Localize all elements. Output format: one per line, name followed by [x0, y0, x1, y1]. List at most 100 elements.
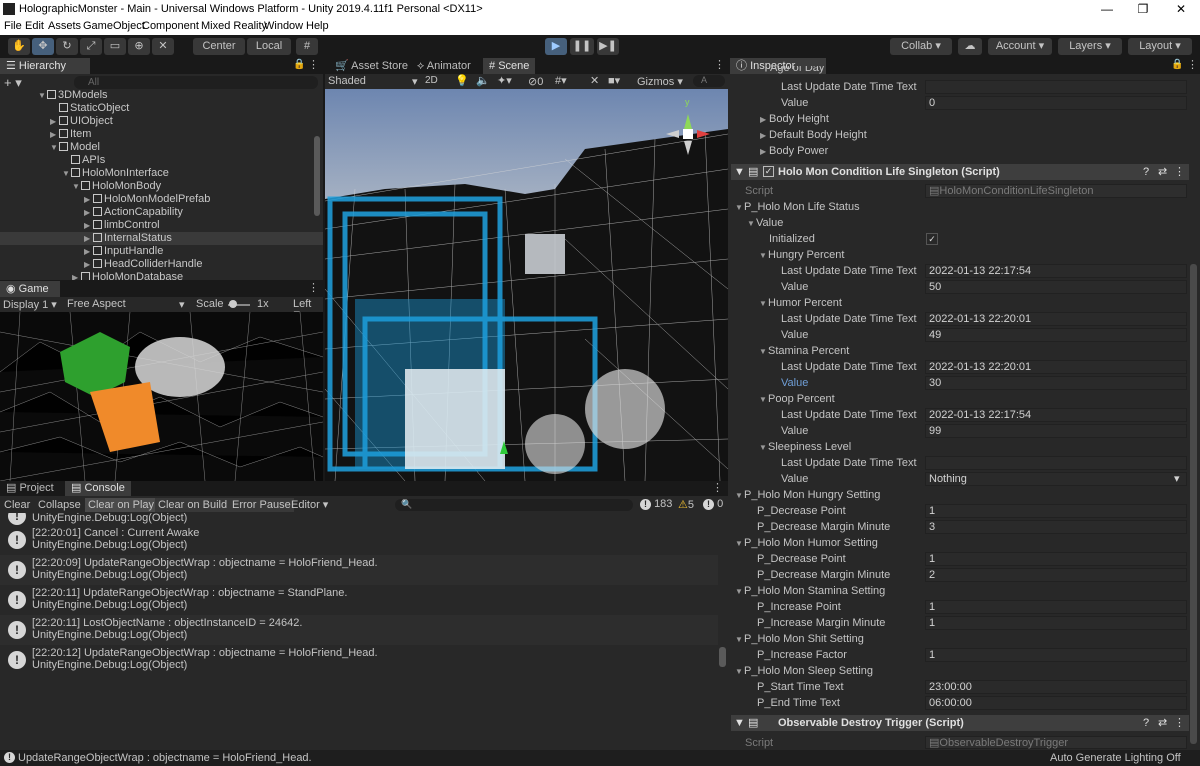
component-menu-icon[interactable]: ⋮ — [1174, 715, 1185, 731]
sleepiness-enum-dropdown[interactable]: Nothing ▾ — [925, 472, 1187, 486]
initialized-checkbox[interactable]: ✓ — [926, 233, 938, 245]
inspector-foldout[interactable]: ▼P_Holo Mon Humor Setting — [735, 535, 878, 551]
pivot-local-button[interactable]: Local — [247, 38, 291, 55]
menu-edit[interactable]: Edit — [25, 20, 44, 32]
display-dropdown[interactable]: Display 1 ▾ — [3, 298, 57, 311]
hierarchy-row[interactable]: ▶ Item — [0, 128, 323, 141]
scene-view[interactable]: y — [325, 89, 728, 481]
lock-icon[interactable]: 🔒 — [293, 59, 305, 70]
hierarchy-row[interactable]: ▼ 3DModels — [0, 89, 323, 102]
hierarchy-row[interactable]: ▶ HoloMonModelPrefab — [0, 193, 323, 206]
menu-gameobject[interactable]: GameObject — [83, 20, 145, 32]
console-partial-row[interactable]: ! UnityEngine.Debug:Log(Object) — [0, 513, 718, 525]
hierarchy-row-selected[interactable]: ▶ InternalStatus — [0, 232, 323, 245]
script-field[interactable]: ▤HoloMonConditionLifeSingleton — [925, 184, 1187, 198]
rect-tool-icon[interactable]: ▭ — [104, 38, 126, 55]
game-view[interactable] — [0, 312, 323, 481]
error-pause-toggle[interactable]: Error Pause — [229, 498, 294, 512]
help-icon[interactable]: ? — [1143, 715, 1149, 731]
menu-assets[interactable]: Assets — [48, 20, 81, 32]
tab-project[interactable]: ▤ Project — [0, 481, 60, 496]
audio-icon[interactable]: 🔈 — [476, 74, 490, 87]
panel-menu-icon[interactable]: ⋮ — [712, 481, 723, 494]
pause-button[interactable]: ❚❚ — [570, 38, 594, 55]
pivot-center-button[interactable]: Center — [193, 38, 245, 55]
console-scrollbar[interactable] — [719, 647, 726, 667]
status-message[interactable]: UpdateRangeObjectWrap : objectname = Hol… — [18, 752, 312, 764]
inspector-foldout[interactable]: ▶ Body Power — [760, 143, 828, 159]
script-field[interactable]: ▤ObservableDestroyTrigger — [925, 736, 1187, 749]
tab-hierarchy[interactable]: ☰ Hierarchy — [0, 58, 90, 74]
console-collapse-button[interactable]: Collapse — [35, 498, 84, 512]
component-menu-icon[interactable]: ⋮ — [1174, 164, 1185, 180]
component-header[interactable]: ▼ ▤ ✓ Holo Mon Condition Life Singleton … — [731, 164, 1189, 180]
layout-dropdown[interactable]: Layout ▾ — [1128, 38, 1192, 55]
menu-help[interactable]: Help — [306, 20, 329, 32]
component-enabled-checkbox[interactable]: ✓ — [763, 166, 774, 177]
tab-animator[interactable]: ⟡ Animator — [411, 58, 477, 74]
console-search-input[interactable]: 🔍 — [395, 499, 633, 511]
layers-dropdown[interactable]: Layers ▾ — [1058, 38, 1122, 55]
inspector-foldout[interactable]: ▼P_Holo Mon Sleep Setting — [735, 663, 873, 679]
gizmos-dropdown[interactable]: Gizmos ▾ — [637, 75, 683, 88]
grid-snap-icon[interactable]: # — [296, 38, 318, 55]
play-button[interactable]: ▶ — [545, 38, 567, 55]
hierarchy-row[interactable]: ▶ limbControl — [0, 219, 323, 232]
inspector-foldout[interactable]: ▼Stamina Percent — [759, 343, 849, 359]
inspector-field-value[interactable]: 2022-01-13 22:20:01 — [925, 312, 1187, 326]
step-button[interactable]: ▶❚ — [597, 38, 619, 55]
console-row[interactable]: ! [22:20:09] UpdateRangeObjectWrap : obje… — [0, 555, 718, 585]
clear-on-play-toggle[interactable]: Clear on Play — [85, 498, 158, 512]
console-row[interactable]: ! [22:20:11] UpdateRangeObjectWrap : obje… — [0, 585, 718, 615]
inspector-scrollbar[interactable] — [1190, 264, 1197, 744]
grid-icon[interactable]: #▾ — [555, 74, 567, 87]
editor-dropdown[interactable]: Editor ▾ — [288, 498, 331, 512]
hierarchy-row[interactable]: ▼ HoloMonInterface — [0, 167, 323, 180]
hierarchy-scrollbar[interactable] — [314, 136, 320, 216]
mode-2d-button[interactable]: 2D — [425, 75, 438, 86]
inspector-field-value[interactable]: 30 — [925, 376, 1187, 390]
hierarchy-row[interactable]: APIs — [0, 154, 323, 167]
hierarchy-row[interactable]: ▼ HoloMonBody — [0, 180, 323, 193]
inspector-field-value[interactable] — [925, 80, 1187, 94]
inspector-field-value[interactable]: 1 — [925, 648, 1187, 662]
effects-icon[interactable]: ✦▾ — [497, 74, 512, 87]
hierarchy-row[interactable]: ▶ UIObject — [0, 115, 323, 128]
menu-component[interactable]: Component — [142, 20, 199, 32]
tab-console[interactable]: ▤ Console — [65, 481, 131, 496]
hidden-objects-counter[interactable]: ⊘0 — [528, 75, 543, 88]
scale-slider-thumb[interactable] — [229, 300, 237, 308]
tab-asset-store[interactable]: 🛒 Asset Store — [329, 58, 414, 74]
inspector-field-value[interactable]: 23:00:00 — [925, 680, 1187, 694]
inspector-foldout[interactable]: ▶ Body Height — [760, 111, 829, 127]
scale-tool-icon[interactable]: ⤢ — [80, 38, 102, 55]
tab-scene[interactable]: # Scene — [483, 58, 536, 74]
inspector-field-value[interactable]: 0 — [925, 96, 1187, 110]
presets-icon[interactable]: ⇄ — [1158, 715, 1167, 731]
menu-window[interactable]: Window — [264, 20, 303, 32]
cloud-icon[interactable]: ☁ — [958, 38, 982, 55]
lighting-status[interactable]: Auto Generate Lighting Off — [1050, 752, 1181, 764]
inspector-foldout[interactable]: ▼P_Holo Mon Life Status — [735, 199, 860, 215]
panel-menu-icon[interactable]: ⋮ — [714, 58, 725, 71]
minimize-button[interactable]: — — [1092, 0, 1122, 19]
help-icon[interactable]: ? — [1143, 164, 1149, 180]
account-dropdown[interactable]: Account ▾ — [988, 38, 1052, 55]
camera-icon[interactable]: ■▾ — [608, 74, 620, 87]
inspector-field-value[interactable]: 1 — [925, 616, 1187, 630]
inspector-field-value[interactable]: 99 — [925, 424, 1187, 438]
hand-tool-icon[interactable]: ✋ — [8, 38, 30, 55]
inspector-foldout[interactable]: ▶ Default Body Height — [760, 127, 867, 143]
warning-count-toggle[interactable]: ⚠5 — [678, 498, 694, 511]
collab-button[interactable]: Collab ▾ — [890, 38, 952, 55]
console-row[interactable]: ! [22:20:01] Cancel : Current Awake UnityE… — [0, 525, 718, 555]
lighting-icon[interactable]: 💡 — [455, 74, 469, 87]
inspector-field-value[interactable]: 49 — [925, 328, 1187, 342]
shading-dropdown[interactable]: Shaded ▾ — [328, 75, 418, 88]
inspector-field-value[interactable]: 06:00:00 — [925, 696, 1187, 710]
custom-tool-icon[interactable]: ✕ — [152, 38, 174, 55]
inspector-field-value[interactable]: 1 — [925, 504, 1187, 518]
inspector-foldout[interactable]: ▼P_Holo Mon Stamina Setting — [735, 583, 885, 599]
inspector-foldout[interactable]: ▼P_Holo Mon Hungry Setting — [735, 487, 880, 503]
inspector-foldout[interactable]: ▼Sleepiness Level — [759, 439, 851, 455]
